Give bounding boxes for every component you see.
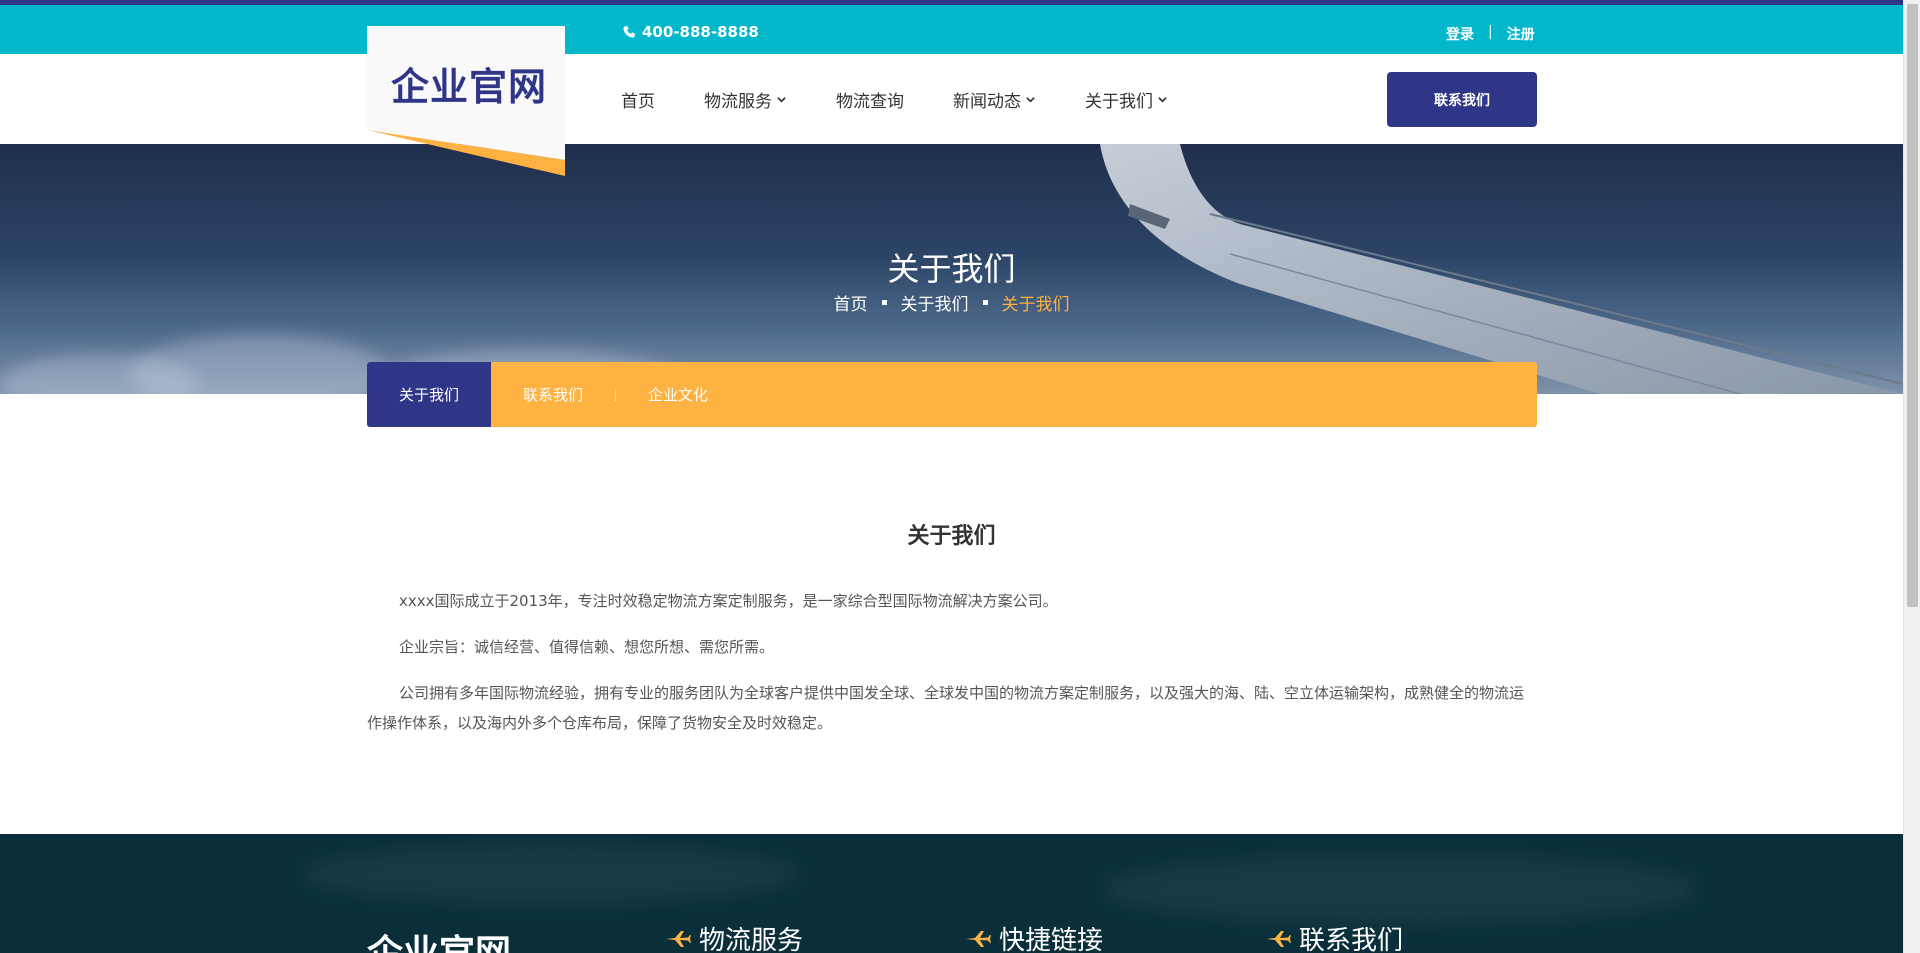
site-logo[interactable]: 企业官网 [367, 26, 565, 176]
airplane-icon [666, 930, 691, 947]
breadcrumb-home[interactable]: 首页 [834, 290, 868, 315]
chevron-down-icon [1158, 96, 1167, 103]
breadcrumb-current: 关于我们 [1001, 295, 1070, 315]
hero-banner: 关于我们 首页 关于我们 关于我们 [0, 144, 1903, 394]
logo-text: 企业官网 [391, 65, 548, 109]
nav-label: 关于我们 [1085, 91, 1153, 112]
footer-heading-logistics-services: 物流服务 [665, 920, 803, 953]
nav-label: 新闻动态 [953, 91, 1021, 112]
breadcrumb-separator-icon [881, 300, 887, 305]
breadcrumb-section[interactable]: 关于我们 [901, 290, 969, 315]
footer: 企业官网 物流服务 快捷链接 联系我们 [0, 834, 1903, 953]
page-scrollbar[interactable] [1903, 0, 1920, 953]
sub-nav-tabs: 关于我们 联系我们 企业文化 [367, 362, 1537, 427]
breadcrumb: 首页 关于我们 关于我们 [0, 290, 1903, 315]
tab-contact-us[interactable]: 联系我们 [491, 362, 615, 427]
contact-us-button[interactable]: 联系我们 [1387, 72, 1537, 127]
content-paragraph: 公司拥有多年国际物流经验，拥有专业的服务团队为全球客户提供中国发全球、全球发中国… [367, 684, 1525, 732]
footer-logo: 企业官网 [367, 924, 511, 953]
nav-label: 首页 [621, 91, 655, 112]
register-link[interactable]: 注册 [1507, 24, 1535, 44]
content-paragraph: 企业宗旨：诚信经营、值得信赖、想您所想、需您所需。 [399, 638, 775, 656]
top-bar: 400-888-8888 登录 | 注册 [0, 5, 1903, 54]
chevron-down-icon [777, 96, 786, 103]
footer-heading-label: 快捷链接 [999, 926, 1104, 953]
main-nav: 首页 物流服务 物流查询 新闻动态 关于我们 [621, 54, 1217, 144]
tab-corporate-culture[interactable]: 企业文化 [616, 362, 740, 427]
content-paragraph: xxxx国际成立于2013年，专注时效稳定物流方案定制服务，是一家综合型国际物流… [399, 592, 1058, 610]
scrollbar-thumb[interactable] [1907, 4, 1918, 607]
phone-number[interactable]: 400-888-8888 [622, 23, 759, 41]
page: 400-888-8888 登录 | 注册 首页 物流服务 物流查询 新闻动态 关… [0, 0, 1903, 953]
auth-links: 登录 | 注册 [1446, 24, 1535, 44]
header: 首页 物流服务 物流查询 新闻动态 关于我们 联系我们 [0, 54, 1903, 144]
nav-item-tracking[interactable]: 物流查询 [836, 87, 904, 112]
auth-separator: | [1488, 24, 1493, 40]
chevron-down-icon [1026, 96, 1035, 103]
airplane-icon [1266, 930, 1291, 947]
airplane-icon [966, 930, 991, 947]
nav-label: 物流查询 [836, 91, 904, 112]
phone-text: 400-888-8888 [642, 23, 759, 41]
footer-background-texture [300, 844, 800, 904]
login-link[interactable]: 登录 [1446, 24, 1474, 44]
footer-background-texture [1100, 854, 1700, 924]
nav-item-news[interactable]: 新闻动态 [953, 87, 1036, 112]
footer-heading-label: 物流服务 [699, 926, 804, 953]
nav-item-logistics-services[interactable]: 物流服务 [704, 87, 787, 112]
phone-icon [623, 25, 636, 38]
nav-item-home[interactable]: 首页 [621, 87, 655, 112]
footer-heading-label: 联系我们 [1299, 926, 1404, 953]
breadcrumb-separator-icon [982, 300, 988, 305]
nav-item-about[interactable]: 关于我们 [1085, 87, 1168, 112]
tab-about-us[interactable]: 关于我们 [367, 362, 491, 427]
footer-heading-contact: 联系我们 [1265, 920, 1403, 953]
nav-label: 物流服务 [704, 91, 772, 112]
content-title: 关于我们 [907, 524, 996, 549]
footer-heading-quick-links: 快捷链接 [965, 920, 1103, 953]
hero-title: 关于我们 [887, 250, 1016, 288]
